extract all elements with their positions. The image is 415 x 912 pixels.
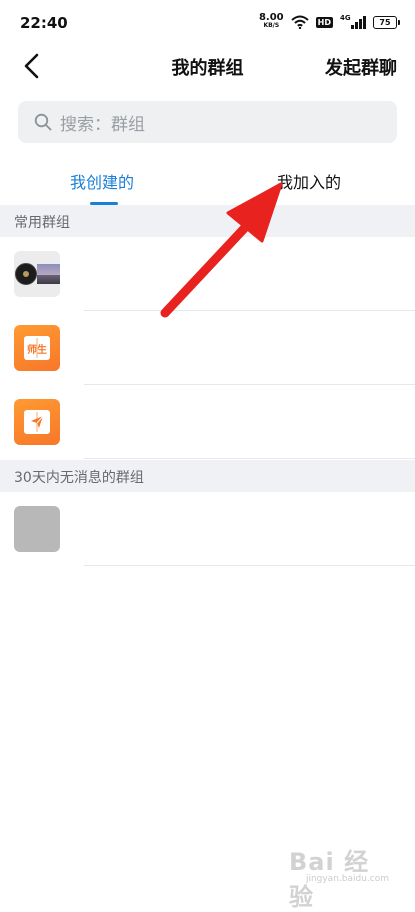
network-speed: 8.00 KB/S [258,12,284,30]
avatar-label: 师生 [27,345,47,356]
start-group-chat-button[interactable]: 发起群聊 [325,54,397,80]
watermark: Bai 经验 jingyan.baidu.com [283,838,393,911]
section-title: 30天内无消息的群组 [14,470,144,486]
list-item[interactable] [0,385,415,459]
list-item[interactable] [0,237,415,311]
group-avatar: 师生 [14,325,60,371]
signal-label: 4G [340,14,351,22]
row-divider [84,565,415,566]
nav-bar: 我的群组 发起群聊 [0,40,415,92]
search-icon [34,113,52,131]
wifi-icon [290,15,309,29]
landscape-photo [37,264,60,284]
list-item[interactable]: 师生 [0,311,415,385]
search-placeholder: 搜索：群组 [60,114,145,135]
tab-bar: 我创建的 我加入的 [0,155,415,205]
network-speed-unit: KB/S [263,22,280,29]
section-header-common: 常用群组 [0,205,415,237]
group-avatar [14,251,60,297]
search-input[interactable]: 搜索：群组 [18,101,397,143]
record-disc-icon [15,263,37,285]
hd-badge: HD [315,16,333,28]
tab-created[interactable]: 我创建的 [70,169,134,193]
group-avatar [14,399,60,445]
status-bar: 22:40 8.00 KB/S HD 4G 75 [0,0,415,40]
battery-level: 75 [379,17,391,27]
section-title: 常用群组 [14,215,70,231]
chevron-left-icon[interactable] [18,52,46,80]
group-avatar [14,506,60,552]
status-icons: 8.00 KB/S HD 4G 75 [258,12,400,32]
network-speed-value: 8.00 [258,12,284,23]
row-divider [84,458,415,459]
section-header-inactive: 30天内无消息的群组 [0,460,415,492]
watermark-url: jingyan.baidu.com [305,874,389,884]
book-icon [24,410,50,434]
list-item[interactable] [0,492,415,566]
battery-icon: 75 [373,15,400,29]
tab-joined[interactable]: 我加入的 [277,169,341,193]
paper-plane-icon [31,415,44,428]
signal-icon: 4G [340,14,366,30]
book-icon: 师生 [24,336,50,360]
status-time: 22:40 [20,14,68,32]
